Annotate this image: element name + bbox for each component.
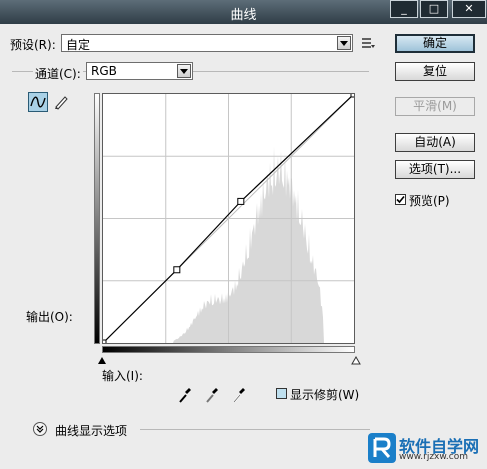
output-label: 输出(O): bbox=[26, 310, 73, 324]
curve-graph[interactable] bbox=[102, 93, 355, 344]
preset-value: 自定 bbox=[66, 38, 91, 52]
chevron-down-icon[interactable] bbox=[337, 36, 351, 50]
curves-dialog: 曲线 _ □ ✕ 预设(R): 自定 通道(C): RGB 输出(O): 输入(… bbox=[0, 0, 487, 469]
input-gradient-bar bbox=[102, 346, 355, 353]
channel-label: 通道(C): bbox=[33, 65, 83, 82]
black-point-eyedropper-icon[interactable] bbox=[178, 387, 192, 403]
expand-options-icon[interactable] bbox=[33, 422, 47, 436]
curve-graph-svg[interactable] bbox=[103, 94, 354, 343]
gray-point-eyedropper-icon[interactable] bbox=[205, 387, 219, 403]
list-menu-icon[interactable] bbox=[361, 36, 375, 50]
curve-control-point[interactable] bbox=[103, 339, 107, 343]
divider bbox=[140, 429, 370, 430]
preset-label: 预设(R): bbox=[10, 38, 56, 52]
options-button[interactable]: 选项(T)... bbox=[395, 160, 475, 179]
reset-button[interactable]: 复位 bbox=[395, 62, 475, 81]
show-clipping-checkbox[interactable] bbox=[276, 388, 287, 399]
ok-button[interactable]: 确定 bbox=[395, 34, 475, 53]
watermark-url: www.rjzxw.com bbox=[399, 452, 468, 462]
pencil-tool-icon[interactable] bbox=[53, 94, 69, 110]
output-gradient-bar bbox=[94, 93, 100, 344]
smooth-button[interactable]: 平滑(M) bbox=[395, 97, 475, 116]
white-point-eyedropper-icon[interactable] bbox=[232, 387, 246, 403]
preview-label[interactable]: 预览(P) bbox=[409, 192, 450, 209]
auto-button[interactable]: 自动(A) bbox=[395, 133, 475, 152]
show-clipping-label[interactable]: 显示修剪(W) bbox=[290, 386, 359, 403]
preset-select[interactable]: 自定 bbox=[61, 34, 353, 52]
minimize-button[interactable]: _ bbox=[390, 0, 418, 18]
curve-options-label[interactable]: 曲线显示选项 bbox=[55, 422, 127, 439]
channel-value: RGB bbox=[91, 64, 117, 78]
preview-checkbox[interactable] bbox=[395, 194, 406, 205]
watermark-logo: 软件自学网 www.rjzxw.com bbox=[368, 433, 485, 465]
curve-control-point[interactable] bbox=[173, 266, 181, 274]
black-point-slider[interactable] bbox=[98, 357, 106, 364]
input-label: 输入(I): bbox=[102, 369, 143, 383]
maximize-button[interactable]: □ bbox=[420, 0, 448, 18]
curve-point-tool-icon[interactable] bbox=[28, 92, 48, 112]
curve-control-point[interactable] bbox=[350, 94, 354, 98]
close-button[interactable]: ✕ bbox=[452, 0, 486, 18]
chevron-down-icon[interactable] bbox=[177, 64, 191, 78]
logo-icon bbox=[368, 433, 396, 463]
curve-control-point[interactable] bbox=[237, 197, 245, 205]
channel-select[interactable]: RGB bbox=[86, 62, 193, 80]
title-bar[interactable]: 曲线 _ □ ✕ bbox=[0, 0, 487, 24]
